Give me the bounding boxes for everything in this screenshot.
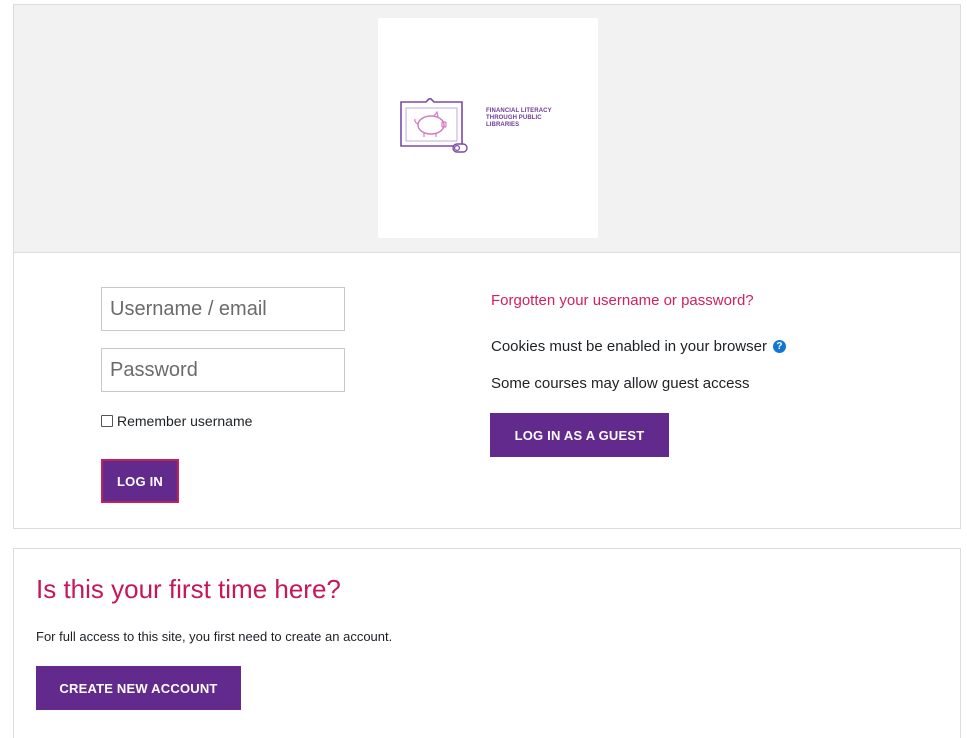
piggy-bank-book-icon	[400, 98, 468, 153]
remember-username-label: Remember username	[117, 413, 253, 429]
logo-band: FINANCIAL LITERACY THROUGH PUBLIC LIBRAR…	[14, 5, 960, 253]
create-account-button[interactable]: CREATE NEW ACCOUNT	[36, 666, 241, 710]
signup-text: For full access to this site, you first …	[36, 629, 393, 644]
forgot-password-link[interactable]: Forgotten your username or password?	[491, 292, 754, 309]
logo-text-line-2: THROUGH PUBLIC	[486, 115, 542, 121]
remember-username[interactable]: Remember username	[101, 413, 252, 429]
logo-text-line-1: FINANCIAL LITERACY	[486, 108, 552, 114]
logo-text-line-3: LIBRARIES	[486, 122, 520, 128]
signup-card: Is this your first time here? For full a…	[13, 548, 961, 738]
password-input[interactable]	[101, 348, 345, 392]
username-input[interactable]	[101, 287, 345, 331]
guest-login-button[interactable]: LOG IN AS A GUEST	[490, 413, 669, 457]
login-button[interactable]: LOG IN	[101, 459, 179, 503]
remember-username-checkbox[interactable]	[101, 415, 113, 427]
guest-access-note: Some courses may allow guest access	[491, 375, 750, 392]
logo-text: FINANCIAL LITERACY THROUGH PUBLIC LIBRAR…	[486, 108, 586, 129]
site-logo: FINANCIAL LITERACY THROUGH PUBLIC LIBRAR…	[378, 18, 598, 238]
login-card: FINANCIAL LITERACY THROUGH PUBLIC LIBRAR…	[13, 4, 961, 529]
cookies-notice: Cookies must be enabled in your browser …	[491, 338, 786, 355]
cookies-text: Cookies must be enabled in your browser	[491, 338, 767, 355]
question-circle-icon[interactable]: ?	[772, 340, 786, 353]
signup-title: Is this your first time here?	[36, 574, 341, 604]
